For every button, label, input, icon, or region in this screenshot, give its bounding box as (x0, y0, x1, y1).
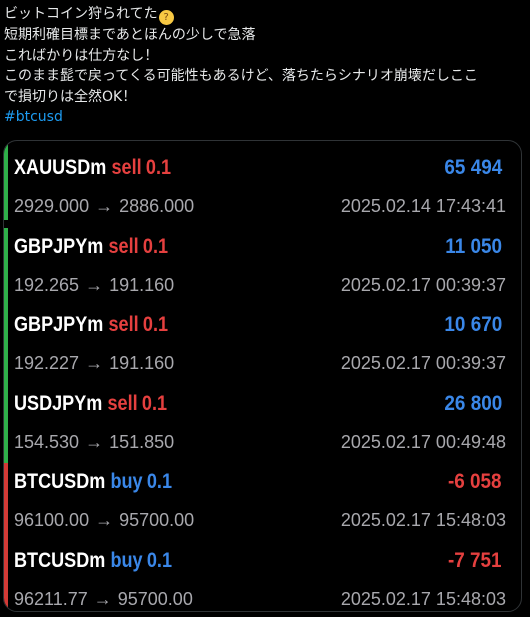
trade-close-price: 151.850 (109, 431, 175, 452)
trade-profit: -6 058 (448, 470, 502, 493)
trade-row: XAUUSDm sell 0.1 65 494 2929.000 → 2886.000 202… (14, 153, 514, 223)
trade-symbol: GBPJPYm (14, 313, 104, 336)
trade-time: 2025.02.14 17:43:41 (340, 196, 506, 216)
tweet-line: こればかりは仕方なし！ (4, 47, 159, 64)
arrow-right-icon: → (93, 588, 112, 609)
trade-header: GBPJPYm sell 0.1 (14, 310, 168, 340)
arrow-right-icon: → (85, 274, 104, 295)
tweet-line: このまま髭で戻ってくる可能性もあるけど、落ちたらシナリオ崩壊だしここ (4, 68, 478, 84)
trade-header: USDJPYm sell 0.1 (14, 389, 167, 419)
arrow-right-icon: → (85, 431, 104, 452)
trade-result-bar (4, 463, 8, 542)
arrow-right-icon: → (95, 510, 114, 530)
trade-open-price: 192.265 (14, 274, 80, 295)
trade-row: BTCUSDm buy 0.1 -6 058 96100.00 → 95700.00 2025… (14, 467, 514, 537)
trade-profit: 65 494 (444, 156, 502, 179)
trade-time: 2025.02.17 15:48:03 (340, 510, 506, 530)
trade-side: sell (108, 313, 139, 336)
tweet-line: 短期利確目標まであとほんの少しで急落 (4, 27, 256, 43)
trade-prices: 192.227 → 191.160 (14, 352, 174, 374)
trade-close-price: 95700.00 (119, 510, 195, 530)
trade-row: GBPJPYm sell 0.1 11 050 192.265 → 191.160 2025.… (14, 232, 514, 302)
trade-lot: 0.1 (146, 470, 172, 493)
hashtag-link[interactable]: #btcusd (4, 107, 63, 128)
trade-prices: 96100.00 → 95700.00 (14, 509, 194, 531)
trade-prices: 2929.000 → 2886.000 (14, 195, 194, 217)
tweet-line: ビットコイン狩られてた? (4, 4, 526, 25)
trade-close-price: 191.160 (109, 353, 175, 373)
tweet-line: で損切りは全然OK！ (4, 88, 137, 105)
trade-result-bar (4, 141, 8, 220)
trade-result-bar (4, 306, 8, 385)
trade-prices: 96211.77 → 95700.00 (14, 588, 193, 610)
trade-time: 2025.02.17 00:49:48 (340, 431, 506, 452)
trade-lot: 0.1 (142, 234, 169, 258)
trade-time: 2025.02.17 00:39:37 (340, 353, 506, 373)
trade-close-price: 95700.00 (117, 588, 193, 609)
trade-time: 2025.02.17 00:39:37 (340, 274, 506, 295)
trade-result-bar (4, 384, 8, 463)
trade-history-image[interactable]: XAUUSDm sell 0.1 65 494 2929.000 → 2886.000 202… (3, 140, 522, 612)
trade-open-price: 2929.000 (14, 196, 90, 216)
trade-open-price: 154.530 (14, 431, 80, 452)
tweet-text: ビットコイン狩られてた? 短期利確目標まであとほんの少しで急落 こればかりは仕方… (4, 4, 526, 128)
trade-open-price: 96211.77 (14, 588, 88, 609)
trade-close-price: 191.160 (109, 274, 175, 295)
thinking-face-icon: ? (158, 10, 174, 25)
trade-symbol: XAUUSDm (14, 156, 107, 179)
trade-profit: 26 800 (444, 391, 502, 415)
arrow-right-icon: → (85, 353, 104, 373)
trade-header: GBPJPYm sell 0.1 (14, 232, 168, 262)
trade-symbol: BTCUSDm (14, 470, 106, 493)
trade-lot: 0.1 (146, 548, 172, 572)
trade-header: BTCUSDm buy 0.1 (14, 546, 172, 576)
tweet-line-text: ビットコイン狩られてた (4, 6, 158, 22)
trade-row: USDJPYm sell 0.1 26 800 154.530 → 151.850 2025.… (14, 389, 514, 459)
trade-profit: -7 751 (448, 548, 502, 572)
trade-prices: 192.265 → 191.160 (14, 274, 174, 296)
trade-row: BTCUSDm buy 0.1 -7 751 96211.77 → 95700.00 2025… (14, 546, 514, 612)
arrow-right-icon: → (95, 196, 114, 216)
trade-side: buy (110, 548, 143, 572)
trade-result-bar (4, 541, 8, 611)
trade-close-price: 2886.000 (119, 196, 195, 216)
trade-side: sell (108, 234, 139, 258)
trade-row: GBPJPYm sell 0.1 10 670 192.227 → 191.160 2025.… (14, 310, 514, 380)
trade-profit: 11 050 (445, 234, 502, 258)
trade-symbol: BTCUSDm (14, 548, 106, 572)
trade-header: XAUUSDm sell 0.1 (14, 153, 171, 183)
trade-lot: 0.1 (142, 313, 169, 336)
trade-header: BTCUSDm buy 0.1 (14, 467, 172, 497)
trade-side: sell (111, 156, 142, 179)
trade-lot: 0.1 (145, 156, 172, 179)
trade-open-price: 96100.00 (14, 510, 90, 530)
trade-symbol: GBPJPYm (14, 234, 104, 258)
trade-side: buy (110, 470, 143, 493)
trade-side: sell (107, 391, 138, 415)
trade-prices: 154.530 → 151.850 (14, 431, 174, 453)
trade-open-price: 192.227 (14, 353, 80, 373)
trade-symbol: USDJPYm (14, 391, 103, 415)
trade-time: 2025.02.17 15:48:03 (340, 588, 506, 609)
trade-profit: 10 670 (444, 313, 502, 336)
trade-lot: 0.1 (141, 391, 168, 415)
trade-result-bar (4, 227, 8, 306)
